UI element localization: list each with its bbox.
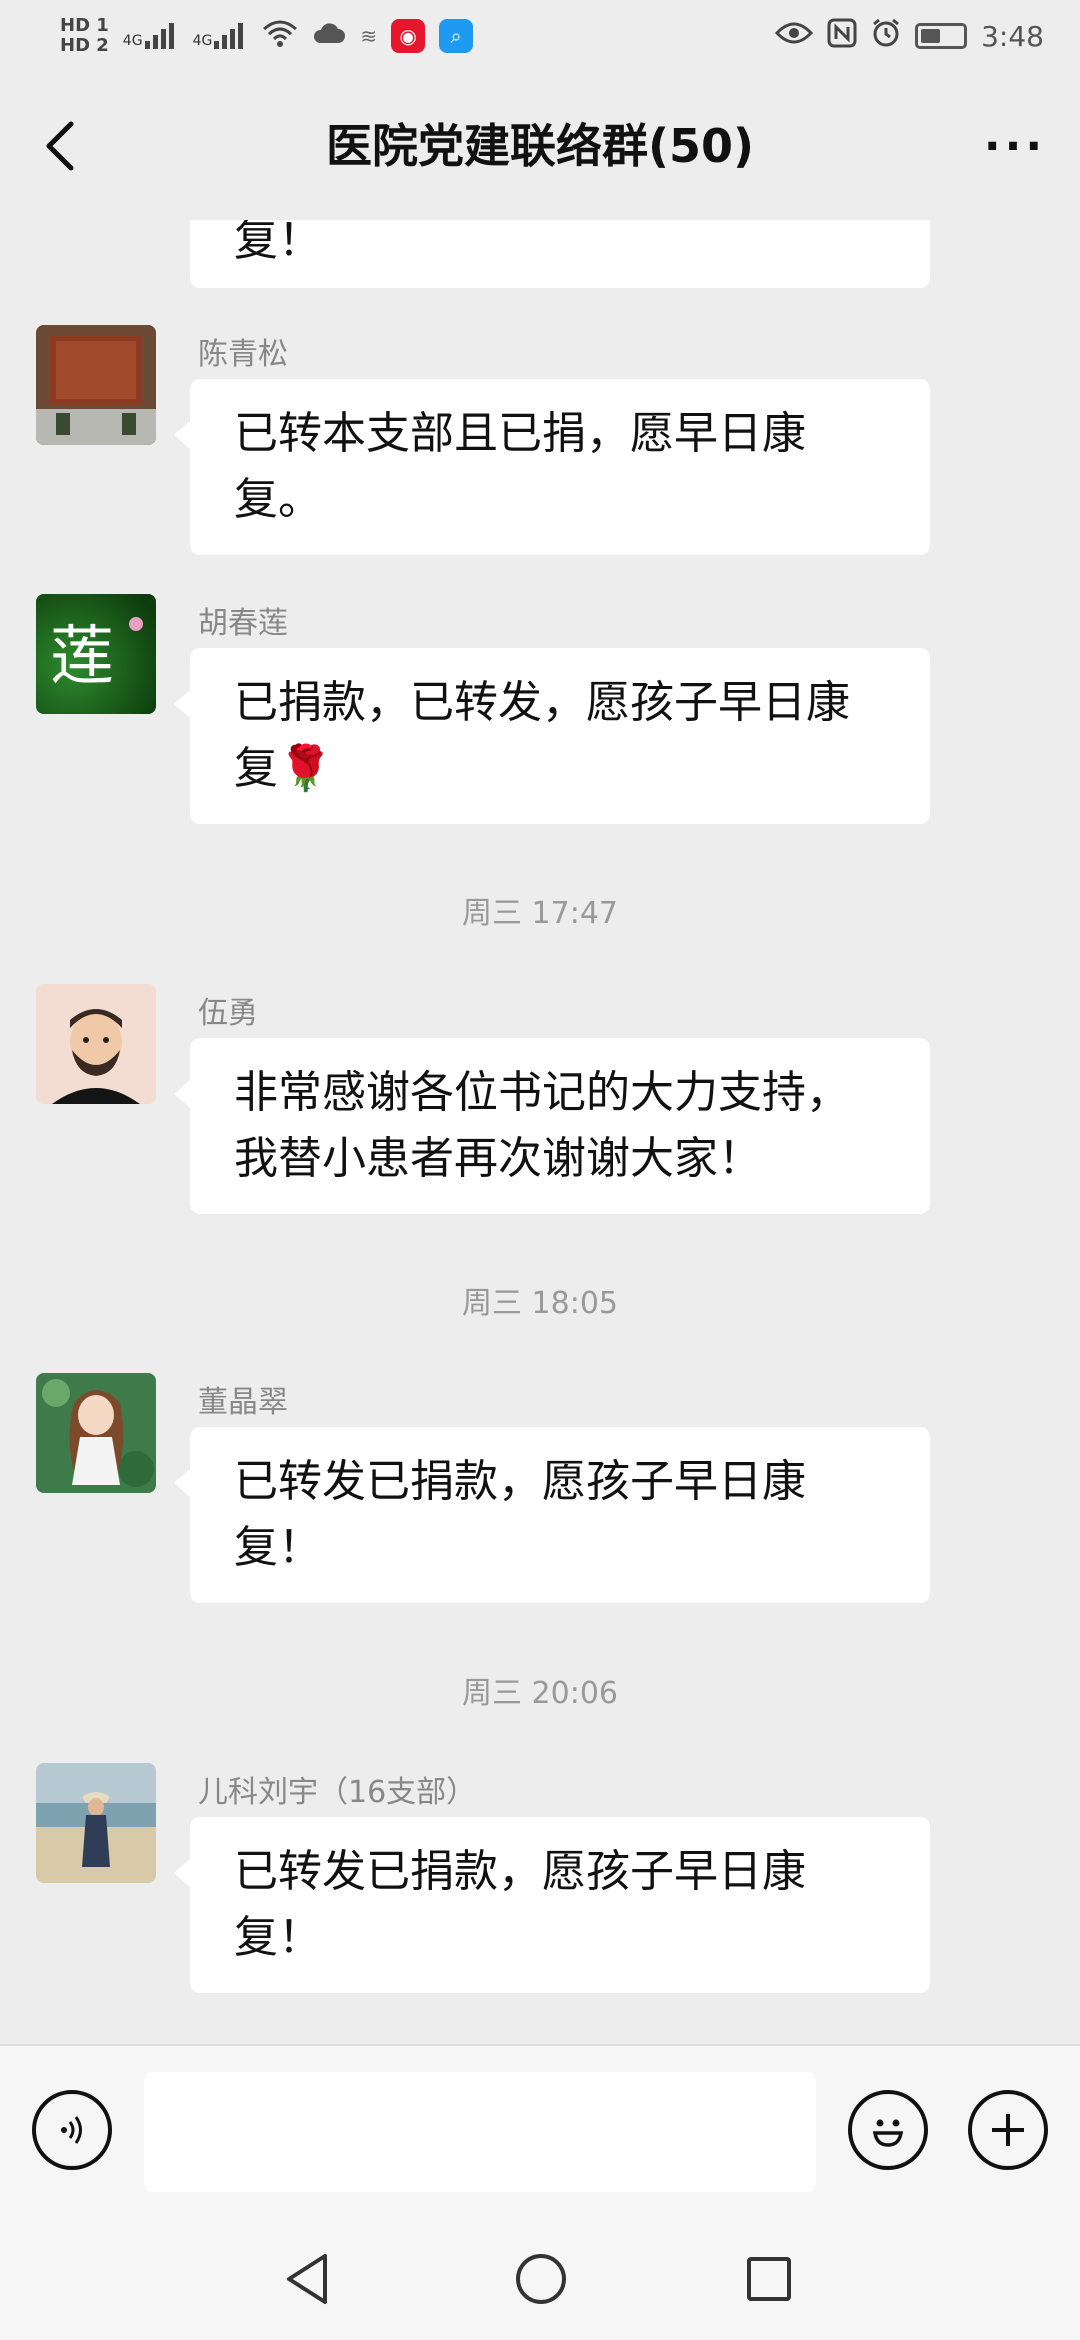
voice-button[interactable] bbox=[32, 2090, 112, 2170]
sender-name: 胡春莲 bbox=[198, 606, 288, 641]
avatar[interactable]: 莲 bbox=[36, 594, 156, 714]
nfc-icon bbox=[827, 18, 857, 55]
message-bubble[interactable]: 已捐款，已转发，愿孩子早日康复🌹 bbox=[174, 648, 930, 824]
nav-home-button[interactable] bbox=[506, 2244, 576, 2314]
signal-icon: 4G bbox=[123, 23, 179, 49]
message-bubble[interactable]: 非常感谢各位书记的大力支持，我替小患者再次谢谢大家！ bbox=[174, 1038, 930, 1214]
more-button[interactable]: ··· bbox=[980, 108, 1050, 184]
message-text: 非常感谢各位书记的大力支持，我替小患者再次谢谢大家！ bbox=[234, 1067, 850, 1184]
net2-label: 4G bbox=[192, 33, 213, 49]
avatar[interactable] bbox=[36, 1373, 156, 1493]
clock-time: 3:48 bbox=[981, 19, 1044, 53]
message-text: 已转发已捐款，愿孩子早日康复！ bbox=[234, 1456, 806, 1573]
page-title: 医院党建联络群(50) bbox=[325, 119, 755, 173]
sender-name: 儿科刘宇（16支部） bbox=[198, 1775, 477, 1810]
more-dots-icon: ··· bbox=[983, 120, 1047, 172]
message-text: 已转发已捐款，愿孩子早日康复！ bbox=[234, 1846, 806, 1963]
message-bubble[interactable]: 已转发已捐款，愿孩子早日康复！ bbox=[174, 1817, 930, 1993]
message-input[interactable] bbox=[144, 2072, 816, 2192]
status-right: 3:48 bbox=[775, 18, 1044, 55]
avatar[interactable] bbox=[36, 1763, 156, 1883]
avatar[interactable] bbox=[36, 325, 156, 445]
message-bubble[interactable]: 复！ bbox=[190, 220, 930, 288]
eye-icon bbox=[775, 21, 814, 52]
search-app-icon: ⌕ bbox=[439, 19, 474, 53]
sender-name: 董晶翠 bbox=[198, 1385, 288, 1420]
message-text: 已转本支部且已捐，愿早日康复。 bbox=[234, 408, 806, 525]
svg-text:莲: 莲 bbox=[50, 620, 114, 694]
message-text: 复！ bbox=[234, 220, 322, 266]
sender-name: 陈青松 bbox=[198, 337, 288, 372]
battery-icon bbox=[915, 23, 968, 49]
emoji-icon bbox=[872, 2119, 904, 2147]
chat-header: 医院党建联络群(50) ··· bbox=[0, 72, 1080, 220]
nav-back-icon bbox=[287, 2254, 327, 2304]
voice-icon bbox=[61, 2116, 82, 2144]
back-button[interactable] bbox=[30, 108, 90, 184]
net1-label: 4G bbox=[122, 33, 143, 49]
wifi-icon bbox=[262, 19, 298, 54]
nav-recent-button[interactable] bbox=[734, 2244, 804, 2314]
alarm-icon bbox=[871, 18, 901, 55]
more-functions-button[interactable] bbox=[968, 2090, 1048, 2170]
nav-recent-icon bbox=[747, 2257, 791, 2301]
status-bar: HD 1 HD 2 4G 4G ≋ ◉ ⌕ 3:48 bbox=[0, 0, 1080, 72]
plus-icon bbox=[992, 2114, 1024, 2146]
signal-icon-2: 4G bbox=[193, 23, 249, 49]
emoji-button[interactable] bbox=[848, 2090, 928, 2170]
input-bar bbox=[0, 2044, 1080, 2216]
avatar[interactable] bbox=[36, 984, 156, 1104]
weibo-icon: ◉ bbox=[391, 19, 426, 53]
nav-back-button[interactable] bbox=[272, 2244, 342, 2314]
sim-indicators: HD 1 HD 2 bbox=[60, 16, 109, 56]
cloud-icon bbox=[312, 21, 346, 52]
chevron-left-icon bbox=[46, 121, 74, 171]
sender-name: 伍勇 bbox=[198, 996, 258, 1031]
app-notification-icon: ≋ bbox=[360, 24, 378, 48]
sim1-label: HD 1 bbox=[60, 15, 109, 36]
message-bubble[interactable]: 已转发已捐款，愿孩子早日康复！ bbox=[174, 1427, 930, 1603]
system-nav-bar bbox=[0, 2216, 1080, 2340]
chat-message-list[interactable]: 复！ 陈青松 已转本支部且已捐，愿早日康复。 莲 胡春莲 已捐款，已转发，愿孩子… bbox=[0, 220, 1080, 2044]
sim2-label: HD 2 bbox=[60, 35, 109, 56]
nav-home-icon bbox=[516, 2254, 566, 2304]
message-timestamp: 周三 17:47 bbox=[462, 896, 618, 931]
message-bubble[interactable]: 已转本支部且已捐，愿早日康复。 bbox=[174, 379, 930, 555]
message-timestamp: 周三 20:06 bbox=[462, 1676, 618, 1711]
message-text: 已捐款，已转发，愿孩子早日康复🌹 bbox=[234, 677, 850, 794]
message-timestamp: 周三 18:05 bbox=[462, 1286, 618, 1321]
status-left: HD 1 HD 2 4G 4G ≋ ◉ ⌕ bbox=[60, 16, 474, 56]
